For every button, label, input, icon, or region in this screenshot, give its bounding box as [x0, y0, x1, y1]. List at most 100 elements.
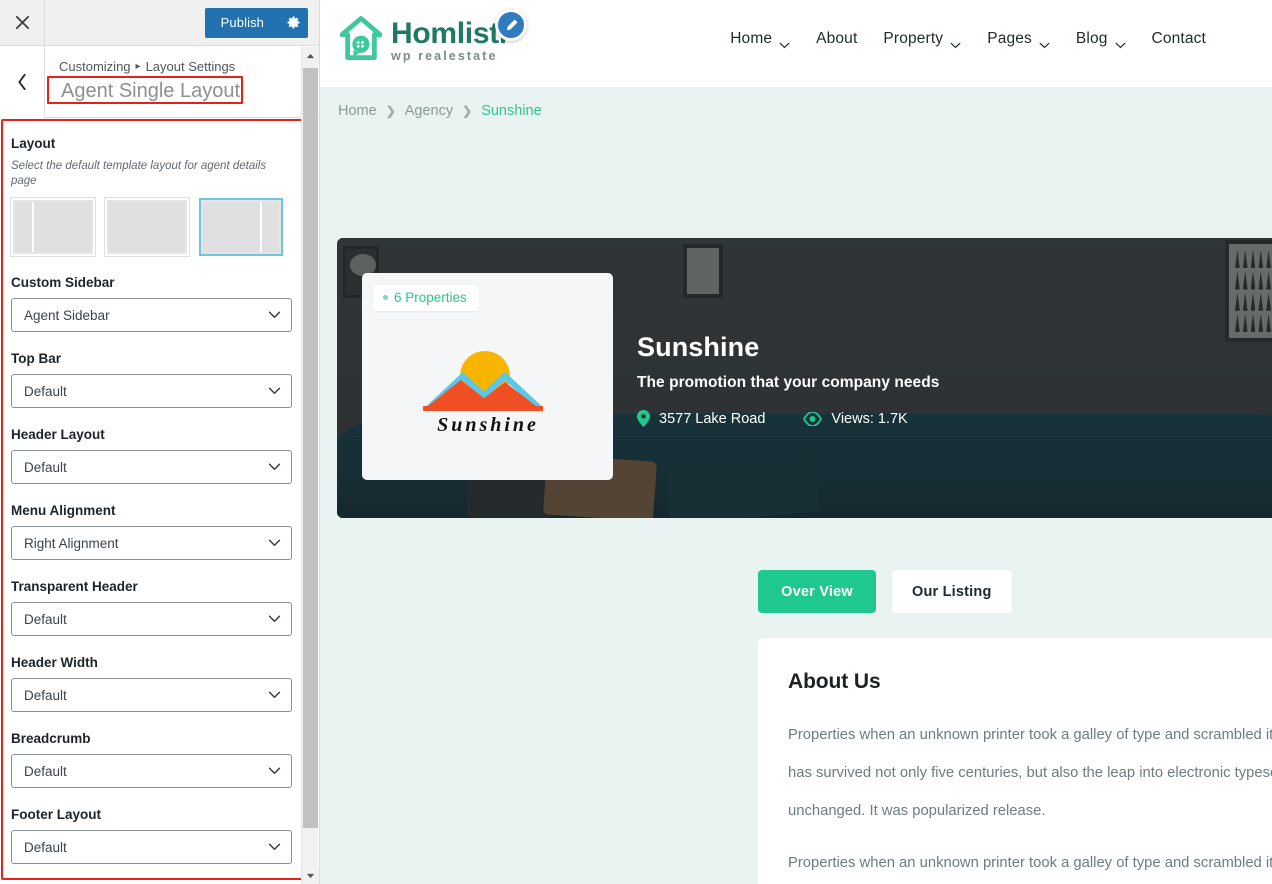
tab-our-listing[interactable]: Our Listing — [892, 570, 1012, 613]
site-logo[interactable]: Homlisti wp realestate — [340, 9, 527, 64]
badge-label: 6 Properties — [394, 290, 467, 305]
thumb-main-col — [109, 202, 185, 252]
about-us-card: About Us Properties when an unknown prin… — [758, 638, 1272, 884]
nav-label: Blog — [1075, 30, 1108, 47]
scroll-up-button[interactable] — [302, 47, 319, 64]
layout-choices — [10, 197, 292, 257]
control-label-footer-layout: Footer Layout — [11, 807, 101, 822]
site-navigation: Home About Property Pages Blog Contact — [730, 30, 1206, 48]
thumb-side-col — [15, 202, 32, 252]
customizer-scrollbar[interactable] — [301, 47, 319, 884]
agency-views: Views: 1.7K — [803, 410, 908, 427]
select-header-layout[interactable]: Default — [11, 450, 292, 484]
layout-option-left-sidebar[interactable] — [10, 197, 96, 257]
publish-button[interactable]: Publish — [204, 7, 278, 38]
breadcrumb-root[interactable]: Customizing — [59, 59, 131, 75]
scrollbar-thumb[interactable] — [303, 68, 318, 828]
caret-up-icon — [306, 53, 315, 58]
chevron-down-icon — [268, 387, 281, 395]
about-heading: About Us — [788, 670, 881, 693]
panel-title: Agent Single Layout — [61, 80, 241, 102]
control-label-header-layout: Header Layout — [11, 427, 105, 442]
nav-label: Contact — [1151, 30, 1206, 47]
breadcrumb: Home ❯ Agency ❯ Sunshine — [338, 103, 542, 119]
breadcrumb-chevron-icon: ❯ — [385, 103, 396, 118]
sunshine-logo-icon: Sunshine — [422, 350, 543, 436]
layout-option-right-sidebar[interactable] — [199, 198, 283, 256]
select-value: Default — [24, 687, 67, 703]
nav-label: Home — [730, 30, 773, 47]
breadcrumb-chevron-icon: ❯ — [462, 103, 473, 118]
agency-name: Sunshine — [637, 332, 760, 362]
breadcrumb-section[interactable]: Layout Settings — [146, 59, 236, 75]
scrollbar-track[interactable] — [302, 64, 319, 867]
select-value: Agent Sidebar — [24, 307, 110, 323]
chevron-down-icon — [779, 36, 790, 48]
agency-address: 3577 Lake Road — [637, 410, 765, 427]
views-label: Views: 1.7K — [831, 410, 908, 427]
select-value: Default — [24, 763, 67, 779]
select-custom-sidebar[interactable]: Agent Sidebar — [11, 298, 292, 332]
badge-dot-icon — [383, 295, 388, 300]
customizer-topbar: Publish — [0, 0, 319, 46]
agency-logo-card: 6 Properties Sunshine — [362, 273, 613, 480]
select-value: Default — [24, 839, 67, 855]
control-label-breadcrumb: Breadcrumb — [11, 731, 91, 746]
customizer-section-header: Customizing ▸ Layout Settings Agent Sing… — [0, 46, 319, 118]
nav-label: About — [816, 30, 858, 47]
control-footer-layout: Footer Layout Default — [11, 806, 292, 864]
eye-icon — [803, 411, 823, 426]
control-header-width: Header Width Default — [11, 654, 292, 712]
caret-down-icon — [306, 873, 315, 878]
thumb-main-col — [203, 202, 260, 252]
nav-item-about[interactable]: About — [816, 30, 857, 48]
control-label-header-width: Header Width — [11, 655, 98, 670]
close-icon — [15, 15, 29, 30]
tab-over-view[interactable]: Over View — [758, 570, 876, 613]
breadcrumb-separator-icon: ▸ — [135, 61, 141, 72]
chevron-down-icon — [268, 539, 281, 547]
chevron-down-icon — [268, 463, 281, 471]
chevron-down-icon — [268, 691, 281, 699]
agency-tagline: The promotion that your company needs — [637, 374, 940, 391]
nav-item-blog[interactable]: Blog — [1076, 30, 1126, 48]
close-customizer-button[interactable] — [0, 0, 45, 45]
scroll-down-button[interactable] — [302, 867, 319, 884]
breadcrumb-item-home[interactable]: Home — [338, 103, 377, 119]
publish-settings-button[interactable] — [278, 7, 308, 38]
logo-text: Homlisti wp realestate — [391, 12, 507, 64]
chevron-down-icon — [268, 767, 281, 775]
nav-item-property[interactable]: Property — [883, 30, 961, 48]
select-footer-layout[interactable]: Default — [11, 830, 292, 864]
control-label-transparent-header: Transparent Header — [11, 579, 138, 594]
topbar-actions: Publish — [45, 0, 319, 45]
control-label-top-bar: Top Bar — [11, 351, 61, 366]
nav-item-pages[interactable]: Pages — [987, 30, 1050, 48]
about-paragraph: Properties when an unknown printer took … — [788, 727, 1272, 819]
edit-shortcut-button[interactable] — [495, 9, 527, 41]
breadcrumb-item-current: Sunshine — [481, 102, 542, 119]
chevron-down-icon — [1115, 36, 1126, 48]
select-menu-alignment[interactable]: Right Alignment — [11, 526, 292, 560]
thumb-main-col — [34, 202, 91, 252]
nav-label: Property — [883, 30, 944, 47]
publish-group: Publish — [204, 7, 308, 38]
control-label-custom-sidebar: Custom Sidebar — [11, 275, 115, 290]
select-header-width[interactable]: Default — [11, 678, 292, 712]
back-button[interactable] — [0, 46, 45, 118]
control-top-bar: Top Bar Default — [11, 350, 292, 408]
nav-item-contact[interactable]: Contact — [1152, 30, 1206, 48]
control-layout: Layout Select the default template layou… — [10, 135, 292, 257]
select-breadcrumb[interactable]: Default — [11, 754, 292, 788]
select-value: Default — [24, 459, 67, 475]
nav-item-home[interactable]: Home — [730, 30, 790, 48]
properties-count-badge: 6 Properties — [373, 285, 479, 311]
gear-icon — [287, 16, 300, 29]
select-top-bar[interactable]: Default — [11, 374, 292, 408]
select-transparent-header[interactable]: Default — [11, 602, 292, 636]
control-label-layout: Layout — [11, 136, 56, 151]
layout-option-full-width[interactable] — [104, 197, 190, 257]
page-breadcrumb-bar: Home ❯ Agency ❯ Sunshine — [320, 87, 1272, 134]
chevron-down-icon — [268, 311, 281, 319]
breadcrumb-item-agency[interactable]: Agency — [405, 103, 453, 119]
